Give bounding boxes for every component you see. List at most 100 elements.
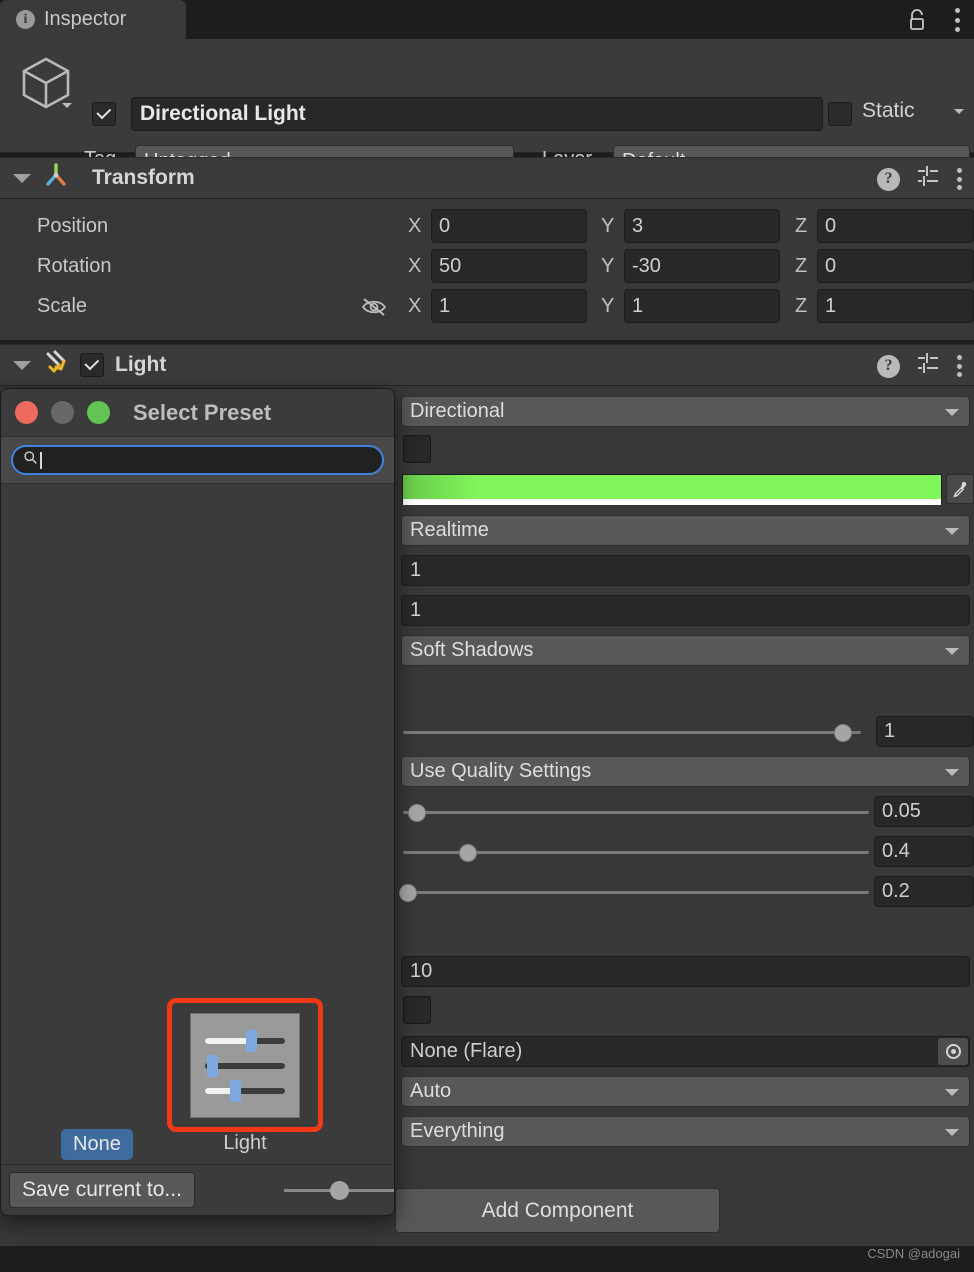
shadow-near-plane-input[interactable]: 0.2 [874, 876, 974, 907]
light-color-alpha [403, 499, 941, 505]
shadow-bias-input[interactable]: 0.05 [874, 796, 974, 827]
light-icon [42, 348, 70, 382]
help-icon[interactable]: ? [877, 354, 900, 378]
static-checkbox[interactable] [828, 102, 852, 126]
draw-halo-checkbox[interactable] [403, 996, 431, 1024]
zoom-button[interactable] [87, 401, 110, 424]
position-x-input[interactable]: 0 [431, 209, 587, 243]
light-title: Light [115, 353, 167, 376]
close-button[interactable] [15, 401, 38, 424]
preset-item-light[interactable] [167, 998, 323, 1132]
light-toggle-checkbox[interactable] [403, 435, 431, 463]
preset-settings-icon[interactable] [916, 351, 940, 381]
watermark: CSDN @adogai [867, 1246, 960, 1261]
eyedropper-icon[interactable] [946, 474, 974, 504]
select-preset-footer: Save current to... [1, 1164, 394, 1215]
transform-icon [42, 161, 70, 195]
transform-component-header[interactable]: Transform ? [0, 157, 974, 199]
shadow-resolution-dropdown[interactable]: Use Quality Settings [401, 756, 970, 787]
culling-mask-dropdown[interactable]: Everything [401, 1116, 970, 1147]
position-label: Position [37, 215, 109, 237]
chevron-down-icon [945, 768, 959, 776]
prefab-chevron-down-icon[interactable] [62, 103, 72, 108]
chevron-down-icon [945, 1128, 959, 1136]
shadow-normal-bias-input[interactable]: 0.4 [874, 836, 974, 867]
shadow-strength-track[interactable] [403, 731, 861, 734]
shadow-type-dropdown[interactable]: Soft Shadows [401, 635, 970, 666]
preset-search-input[interactable] [11, 445, 384, 475]
minimize-button[interactable] [51, 401, 74, 424]
search-icon [23, 449, 38, 471]
light-mode-value: Realtime [410, 519, 489, 541]
shadow-strength-knob[interactable] [833, 724, 852, 742]
transform-title: Transform [92, 166, 195, 189]
scale-z-input[interactable]: 1 [817, 289, 974, 323]
axis-y-label: Y [601, 215, 615, 237]
axis-y-label: Y [601, 255, 615, 277]
shadow-bias-track[interactable] [403, 811, 869, 814]
gameobject-name-input[interactable]: Directional Light [131, 97, 823, 131]
kebab-menu-icon[interactable] [954, 8, 960, 32]
gameobject-enabled-checkbox[interactable] [92, 102, 116, 126]
shadow-near-plane-knob[interactable] [398, 884, 417, 902]
shadow-bias-row: 0.05 [401, 796, 974, 827]
light-enabled-checkbox[interactable] [80, 353, 104, 377]
select-preset-window: Select Preset None Light Save current to… [0, 388, 395, 1216]
light-flare-object-field[interactable]: None (Flare) [401, 1036, 970, 1067]
chevron-down-icon [945, 647, 959, 655]
position-z-input[interactable]: 0 [817, 209, 974, 243]
scale-y-input[interactable]: 1 [624, 289, 780, 323]
shadow-normal-bias-knob[interactable] [459, 844, 478, 862]
light-mode-dropdown[interactable]: Realtime [401, 515, 970, 546]
tab-inspector[interactable]: i Inspector [0, 0, 186, 39]
rotation-x-input[interactable]: 50 [431, 249, 587, 283]
add-component-button[interactable]: Add Component [395, 1188, 720, 1233]
static-chevron-down-icon[interactable] [954, 109, 964, 114]
shadow-strength-row: 1 [401, 716, 974, 747]
position-y-input[interactable]: 3 [624, 209, 780, 243]
shadow-normal-bias-row: 0.4 [401, 836, 974, 867]
select-preset-search-bar [1, 436, 394, 484]
constrain-proportions-off-icon[interactable] [361, 296, 387, 324]
preset-settings-icon[interactable] [916, 164, 940, 194]
axis-x-label: X [408, 255, 422, 277]
light-intensity-input[interactable]: 1 [401, 555, 970, 586]
light-bounce-intensity-input[interactable]: 1 [401, 595, 970, 626]
render-mode-dropdown[interactable]: Auto [401, 1076, 970, 1107]
light-type-value: Directional [410, 400, 505, 422]
preset-item-none[interactable]: None [61, 1129, 133, 1160]
lock-open-icon[interactable] [907, 9, 927, 31]
light-color-swatch[interactable] [402, 474, 942, 505]
transform-foldout-icon[interactable] [13, 173, 31, 183]
select-preset-list: None Light [1, 484, 394, 1167]
select-preset-titlebar: Select Preset [1, 389, 394, 436]
scale-x-input[interactable]: 1 [431, 289, 587, 323]
rotation-z-input[interactable]: 0 [817, 249, 974, 283]
rotation-y-input[interactable]: -30 [624, 249, 780, 283]
render-mode-value: Auto [410, 1080, 452, 1102]
shadow-bias-knob[interactable] [407, 804, 426, 822]
light-flare-value: None (Flare) [410, 1040, 523, 1062]
preset-zoom-slider-knob[interactable] [330, 1181, 349, 1200]
light-range-input[interactable]: 10 [401, 956, 970, 987]
kebab-menu-icon[interactable] [956, 355, 962, 377]
light-header-icons: ? [877, 345, 962, 387]
axis-x-label: X [408, 295, 422, 317]
chevron-down-icon [945, 1088, 959, 1096]
transform-row-scale: Scale X 1 Y 1 Z 1 [0, 287, 974, 327]
light-type-dropdown[interactable]: Directional [401, 396, 970, 427]
light-component-header[interactable]: Light ? [0, 344, 974, 386]
save-current-to-button[interactable]: Save current to... [9, 1172, 195, 1208]
light-foldout-icon[interactable] [13, 360, 31, 370]
chevron-down-icon [945, 408, 959, 416]
inspector-tabbar: i Inspector [0, 0, 974, 39]
kebab-menu-icon[interactable] [956, 168, 962, 190]
axis-z-label: Z [795, 295, 808, 317]
shadow-near-plane-track[interactable] [403, 891, 869, 894]
object-picker-icon[interactable] [938, 1038, 968, 1065]
help-icon[interactable]: ? [877, 167, 900, 191]
preset-item-light-label: Light [223, 1132, 267, 1154]
light-color-main [403, 475, 941, 499]
axis-y-label: Y [601, 295, 615, 317]
shadow-strength-input[interactable]: 1 [876, 716, 974, 747]
